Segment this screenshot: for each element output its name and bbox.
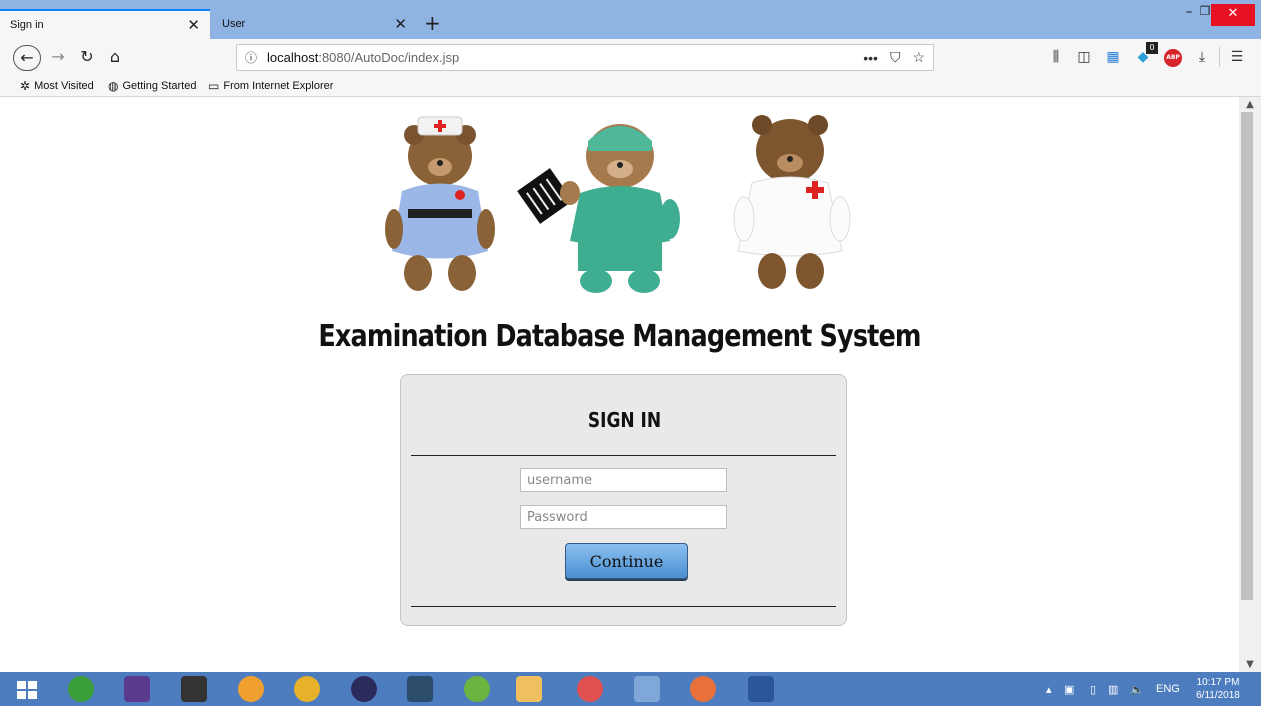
close-window-button[interactable]: ✕ — [1211, 4, 1255, 26]
system-clock[interactable]: 10:17 PM 6/11/2018 — [1188, 676, 1248, 702]
network-icon[interactable]: ▣ — [1064, 683, 1074, 696]
bookmark-getting-started[interactable]: ◍ Getting Started — [108, 79, 196, 93]
show-hidden-icons-icon[interactable]: ▴ — [1046, 683, 1052, 696]
toolbar-divider — [1219, 47, 1220, 67]
url-path: :8080/AutoDoc/index.jsp — [318, 50, 460, 65]
tab-bar: Sign in ✕ User ✕ + – ❐ ✕ — [0, 0, 1261, 39]
globe-icon: ◍ — [108, 79, 119, 93]
surgeon-bear-image — [517, 124, 680, 293]
continue-button[interactable]: Continue — [565, 543, 688, 579]
virtualbox-icon[interactable] — [634, 676, 660, 702]
scroll-up-arrow-icon[interactable]: ▲ — [1239, 99, 1261, 110]
extension-badge: 0 — [1146, 42, 1158, 54]
doctor-bear-image — [733, 115, 851, 289]
password-input[interactable] — [520, 505, 727, 529]
sublime-text-icon[interactable] — [181, 676, 207, 702]
spring-tool-icon[interactable] — [464, 676, 490, 702]
gear-icon: ✲ — [20, 79, 31, 93]
screenshot-extension-icon[interactable]: ▦ — [1103, 49, 1123, 65]
volume-icon[interactable]: 🔈 — [1130, 683, 1144, 696]
sidebar-icon[interactable]: ◫ — [1074, 49, 1094, 65]
chrome-icon[interactable] — [294, 676, 320, 702]
home-button[interactable]: ⌂ — [104, 47, 126, 67]
language-indicator[interactable]: ENG — [1156, 683, 1180, 695]
sign-in-heading: SIGN IN — [587, 408, 662, 432]
wifi-icon[interactable]: ▥ — [1108, 683, 1118, 696]
vertical-scrollbar[interactable]: ▲ ▼ — [1239, 97, 1261, 672]
new-tab-button[interactable]: + — [424, 12, 441, 34]
bookmark-label: Getting Started — [122, 80, 197, 92]
bookmark-from-ie[interactable]: ▭ From Internet Explorer — [208, 79, 333, 93]
page-title: Examination Database Management System — [318, 319, 921, 354]
forward-button[interactable]: → — [47, 47, 69, 67]
tab-user[interactable]: User ✕ — [212, 9, 417, 39]
windows-taskbar: ▴ ▣ ▯ ▥ 🔈 ENG 10:17 PM 6/11/2018 — [0, 672, 1261, 706]
clock-date: 6/11/2018 — [1196, 690, 1240, 701]
bookmarks-toolbar: ✲ Most Visited ◍ Getting Started ▭ From … — [0, 76, 1261, 97]
nurse-bear-image — [385, 116, 495, 291]
menu-icon[interactable]: ☰ — [1227, 49, 1247, 65]
visual-studio-icon[interactable] — [124, 676, 150, 702]
tab-label: Sign in — [10, 19, 44, 31]
close-tab-icon[interactable]: ✕ — [187, 16, 200, 34]
adblock-icon[interactable]: ABP — [1164, 49, 1182, 67]
tab-label: User — [222, 18, 246, 30]
username-input[interactable] — [520, 468, 727, 492]
reload-button[interactable]: ↻ — [76, 47, 98, 67]
mysql-workbench-icon[interactable] — [407, 676, 433, 702]
pocket-icon[interactable]: ⛉ — [890, 49, 901, 66]
bookmark-most-visited[interactable]: ✲ Most Visited — [20, 79, 94, 93]
folder-icon: ▭ — [208, 79, 220, 93]
eclipse-icon[interactable] — [351, 676, 377, 702]
battery-icon[interactable]: ▯ — [1090, 683, 1096, 696]
downloads-icon[interactable]: ⤓ — [1192, 49, 1212, 65]
navigation-toolbar: ← → ↻ ⌂ ⓘ localhost :8080/AutoDoc/index.… — [0, 39, 1261, 76]
word-icon[interactable] — [748, 676, 774, 702]
sign-in-panel: SIGN IN Continue — [400, 374, 847, 626]
divider — [411, 455, 836, 456]
page-content: Examination Database Management System S… — [0, 97, 1239, 672]
teddy-bears-banner — [385, 115, 851, 293]
site-info-icon[interactable]: ⓘ — [245, 49, 257, 66]
close-tab-icon[interactable]: ✕ — [394, 15, 407, 33]
bookmark-label: Most Visited — [34, 80, 94, 92]
tab-sign-in[interactable]: Sign in ✕ — [0, 9, 210, 39]
utorrent-icon[interactable] — [68, 676, 94, 702]
page-actions-icon[interactable]: ••• — [863, 50, 878, 66]
back-button[interactable]: ← — [13, 45, 41, 71]
library-icon[interactable]: ⫼ — [1046, 49, 1066, 65]
address-bar[interactable]: ⓘ localhost :8080/AutoDoc/index.jsp ••• … — [236, 44, 934, 71]
divider — [411, 606, 836, 607]
paint-icon[interactable] — [238, 676, 264, 702]
bluestacks-icon[interactable] — [577, 676, 603, 702]
bookmark-label: From Internet Explorer — [223, 80, 334, 92]
file-explorer-icon[interactable] — [516, 676, 542, 702]
clock-time: 10:17 PM — [1196, 677, 1240, 688]
bookmark-star-icon[interactable]: ☆ — [912, 49, 925, 66]
scroll-down-arrow-icon[interactable]: ▼ — [1239, 659, 1261, 670]
windows-start-icon[interactable] — [17, 681, 37, 699]
scrollbar-thumb[interactable] — [1241, 112, 1253, 600]
url-host: localhost — [267, 50, 319, 65]
firefox-icon[interactable] — [690, 676, 716, 702]
